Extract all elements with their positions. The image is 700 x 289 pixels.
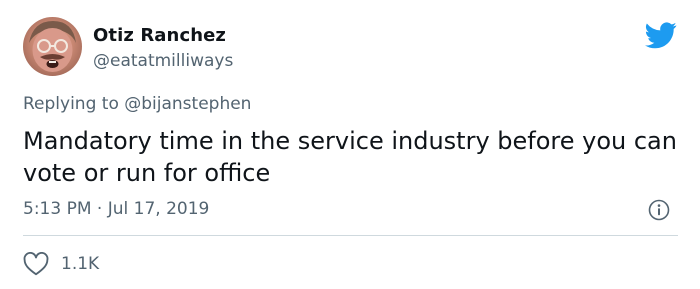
reply-mention-link[interactable]: @bijanstephen (124, 94, 251, 114)
avatar[interactable] (23, 17, 82, 76)
like-count: 1.1K (61, 254, 100, 274)
avatar-photo (29, 21, 76, 72)
reply-context: Replying to @bijanstephen (23, 94, 251, 114)
heart-icon (23, 252, 49, 276)
info-icon[interactable] (648, 199, 670, 221)
author-name[interactable]: Otiz Ranchez (93, 25, 226, 46)
author-handle[interactable]: @eatatmilliways (93, 51, 233, 71)
divider (23, 235, 678, 236)
tweet-timestamp[interactable]: 5:13 PM · Jul 17, 2019 (23, 199, 209, 219)
twitter-bird-icon[interactable] (645, 22, 677, 49)
reply-prefix: Replying to (23, 94, 119, 114)
tweet-text: Mandatory time in the service industry b… (23, 127, 677, 187)
like-button[interactable]: 1.1K (23, 252, 99, 276)
